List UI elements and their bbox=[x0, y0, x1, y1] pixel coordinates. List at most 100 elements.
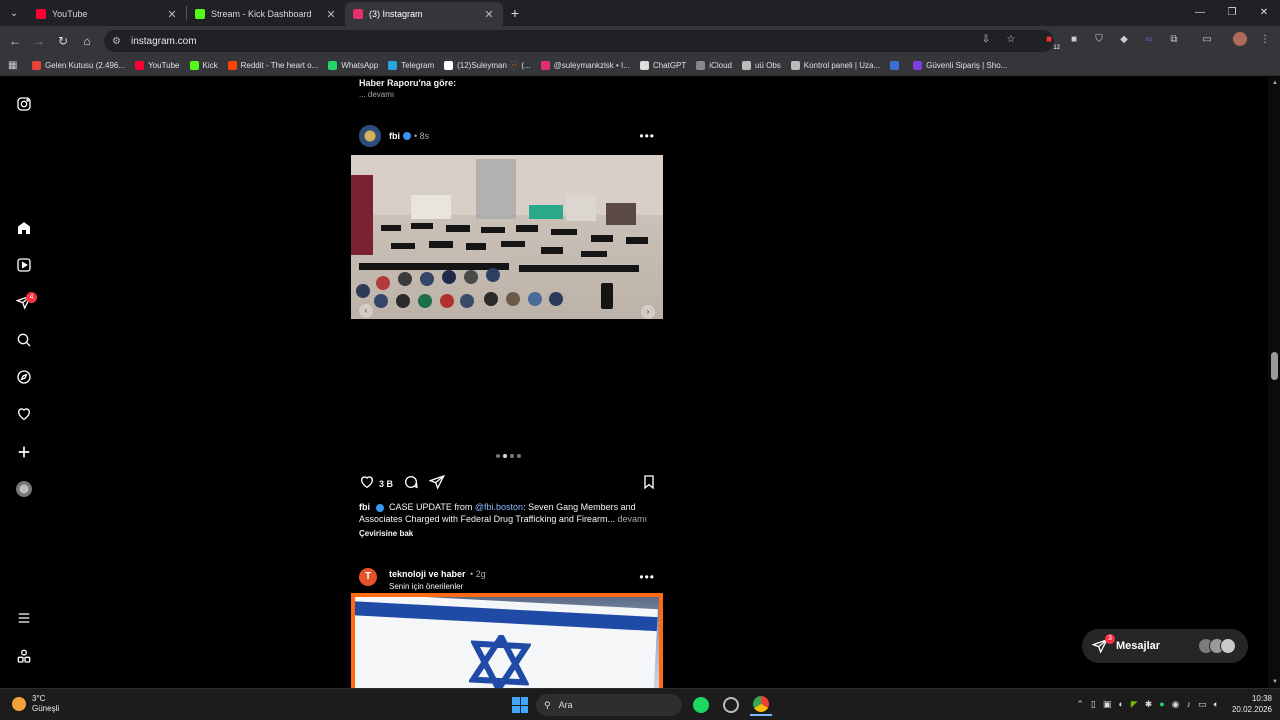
restore-icon[interactable]: ❐ bbox=[1216, 0, 1248, 26]
profile-avatar[interactable] bbox=[14, 479, 34, 499]
page-scrollbar[interactable]: ▲ ▼ bbox=[1268, 77, 1280, 688]
home-icon[interactable] bbox=[14, 218, 34, 238]
search-icon[interactable] bbox=[14, 330, 34, 350]
messages-button[interactable]: 3 Mesajlar bbox=[1082, 629, 1248, 663]
home-icon[interactable]: ⌂ bbox=[75, 34, 99, 48]
carousel-previous-icon[interactable]: ‹ bbox=[359, 304, 373, 318]
caption-mention-link[interactable]: @fbi.boston bbox=[475, 502, 523, 512]
minimize-icon[interactable]: — bbox=[1184, 0, 1216, 26]
extension-icon[interactable]: ■ bbox=[1065, 30, 1083, 48]
fbi-avatar[interactable] bbox=[359, 125, 381, 147]
heart-icon[interactable] bbox=[14, 404, 34, 424]
cast-icon[interactable]: ▭ bbox=[1198, 30, 1216, 48]
bookmark-item[interactable]: iCloud bbox=[696, 61, 732, 70]
bookmark-item[interactable]: Reddit - The heart o... bbox=[227, 61, 318, 70]
close-icon[interactable]: ✕ bbox=[166, 8, 178, 21]
bookmark-item[interactable]: Kontrol paneli | Uza... bbox=[790, 61, 881, 70]
nvidia-icon[interactable]: ◤ bbox=[1131, 699, 1138, 710]
network-icon[interactable]: ▭ bbox=[1198, 699, 1207, 710]
tray-icon[interactable]: ✱ bbox=[1145, 699, 1153, 710]
bookmark-item[interactable]: YouTube bbox=[135, 61, 180, 70]
tab-search-dropdown[interactable]: ⌄ bbox=[0, 0, 28, 26]
post-username[interactable]: fbi bbox=[389, 131, 400, 141]
bookmark-item[interactable]: ChatGPT bbox=[639, 61, 686, 70]
spotify-icon[interactable] bbox=[690, 694, 712, 716]
microphone-icon[interactable]: ♪ bbox=[1187, 699, 1192, 709]
bookmark-item[interactable]: uü Obs bbox=[741, 61, 781, 70]
caption-more-link[interactable]: devamı bbox=[617, 514, 647, 524]
site-info-icon[interactable]: ⚙ bbox=[112, 36, 121, 47]
post-username[interactable]: teknoloji ve haber bbox=[389, 569, 466, 579]
post-carousel[interactable]: ‹ › bbox=[351, 155, 663, 467]
bookmark-item[interactable]: Gelen Kutusu (2.496... bbox=[32, 61, 125, 70]
caption-username[interactable]: fbi bbox=[359, 502, 370, 512]
extension-icon[interactable]: ◆ bbox=[1115, 30, 1133, 48]
spotify-icon[interactable]: ● bbox=[1159, 699, 1164, 709]
tab-kick[interactable]: Stream - Kick Dashboard ✕ bbox=[187, 2, 345, 26]
more-options-icon[interactable]: ••• bbox=[639, 129, 655, 143]
also-from-meta-icon[interactable] bbox=[14, 646, 34, 666]
bookmark-star-icon[interactable]: ☆ bbox=[1002, 30, 1020, 48]
weather-condition: Güneşli bbox=[32, 704, 60, 713]
clock[interactable]: 10:38 20.02.2026 bbox=[1232, 693, 1272, 715]
extension-icon[interactable]: ■ 12 bbox=[1040, 30, 1060, 52]
bookmark-item[interactable]: WhatsApp bbox=[328, 61, 378, 70]
volume-icon[interactable]: 🔈︎ bbox=[1214, 699, 1219, 710]
extension-icon[interactable]: ∞ bbox=[1140, 30, 1158, 48]
windows-start-icon[interactable] bbox=[512, 697, 528, 713]
taskbar-search[interactable]: ⚲ Ara bbox=[536, 694, 682, 716]
puzzle-icon[interactable]: ⧉ bbox=[1165, 30, 1183, 48]
share-icon[interactable] bbox=[428, 474, 446, 495]
address-bar[interactable]: ⚙ instagram.com bbox=[104, 30, 1054, 52]
close-icon[interactable]: ✕ bbox=[483, 8, 495, 21]
discord-icon[interactable]: ◉ bbox=[1172, 699, 1180, 710]
shield-icon[interactable]: ⛉ bbox=[1090, 30, 1108, 48]
instagram-logo-icon[interactable] bbox=[14, 94, 34, 114]
bookmark-item[interactable]: @suleymankzlsk • I... bbox=[540, 61, 630, 70]
profile-avatar[interactable] bbox=[1231, 30, 1249, 48]
bookmark-item[interactable]: Telegram bbox=[388, 61, 434, 70]
post-time[interactable]: 8s bbox=[420, 131, 430, 141]
carousel-next-icon[interactable]: › bbox=[641, 305, 655, 319]
save-bookmark-icon[interactable] bbox=[641, 474, 657, 495]
see-translation-link[interactable]: Çevirisine bak bbox=[359, 529, 413, 538]
teknoloji-avatar[interactable]: T bbox=[359, 568, 377, 586]
bookmark-item[interactable]: Güvenli Sipariş | Sho... bbox=[913, 61, 1007, 70]
more-menu-icon[interactable] bbox=[14, 608, 34, 628]
app-icon[interactable] bbox=[720, 694, 742, 716]
reels-icon[interactable] bbox=[14, 255, 34, 275]
tab-instagram[interactable]: (3) Instagram ✕ bbox=[345, 2, 503, 26]
create-plus-icon[interactable] bbox=[14, 442, 34, 462]
scroll-up-icon[interactable]: ▲ bbox=[1272, 80, 1278, 86]
likes-count[interactable]: 3 B bbox=[379, 479, 393, 489]
steam-icon[interactable]: ◐ bbox=[1118, 699, 1123, 709]
more-options-icon[interactable]: ••• bbox=[639, 570, 655, 584]
menu-kebab-icon[interactable]: ⋮ bbox=[1256, 30, 1274, 48]
reload-icon[interactable]: ↻ bbox=[51, 34, 75, 48]
new-tab-button[interactable]: + bbox=[503, 5, 527, 21]
back-icon[interactable]: ← bbox=[3, 34, 27, 48]
bookmark-item[interactable]: Kick bbox=[189, 61, 218, 70]
bookmark-item[interactable]: (12)Suleyman 🫥 (... bbox=[444, 61, 531, 70]
close-icon[interactable]: ✕ bbox=[325, 8, 337, 21]
chevron-up-icon[interactable]: ⌃ bbox=[1076, 699, 1084, 710]
weather-widget[interactable]: 3°C Güneşli bbox=[12, 694, 59, 714]
post-image[interactable] bbox=[351, 593, 663, 688]
explore-icon[interactable] bbox=[14, 367, 34, 387]
apps-grid-icon[interactable]: ▦ bbox=[8, 60, 20, 72]
bookmark-label: Kontrol paneli | Uza... bbox=[803, 61, 881, 70]
chrome-icon[interactable] bbox=[750, 694, 772, 716]
tray-icon[interactable]: ▯ bbox=[1091, 699, 1096, 710]
tray-icon[interactable]: ▣ bbox=[1103, 699, 1112, 710]
install-app-icon[interactable]: ⇩ bbox=[977, 30, 995, 48]
comment-icon[interactable] bbox=[403, 474, 419, 495]
close-window-icon[interactable]: ✕ bbox=[1248, 0, 1280, 26]
previous-post-more-link[interactable]: ... devamı bbox=[359, 90, 394, 99]
forward-icon[interactable]: → bbox=[27, 34, 51, 48]
like-heart-icon[interactable] bbox=[359, 474, 375, 495]
bookmark-item[interactable] bbox=[890, 61, 903, 70]
tab-youtube[interactable]: YouTube ✕ bbox=[28, 2, 186, 26]
post-time[interactable]: 2g bbox=[476, 569, 486, 579]
scroll-down-icon[interactable]: ▼ bbox=[1272, 679, 1278, 685]
scrollbar-thumb[interactable] bbox=[1271, 352, 1278, 380]
